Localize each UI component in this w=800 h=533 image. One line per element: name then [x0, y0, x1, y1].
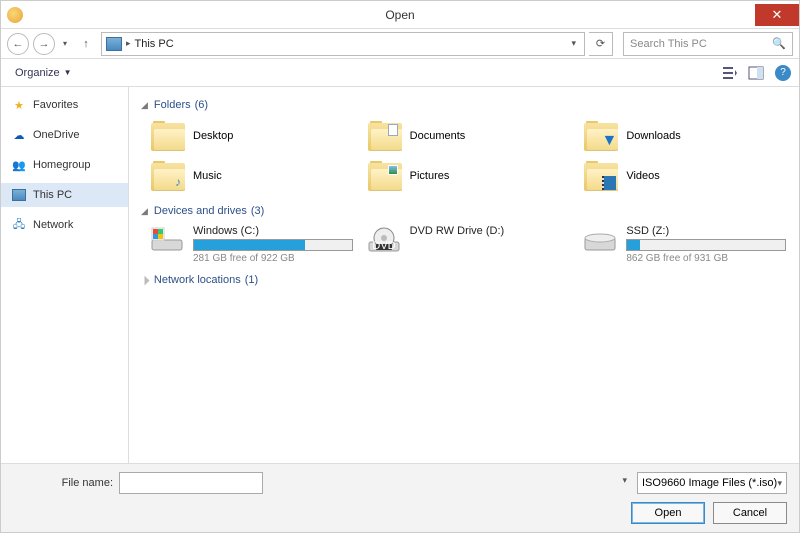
folder-videos[interactable]: Videos — [582, 159, 787, 193]
folder-icon: ♪ — [151, 161, 185, 191]
pc-icon — [11, 187, 27, 203]
star-icon: ★ — [11, 97, 27, 113]
forward-button[interactable]: → — [33, 33, 55, 55]
drive-free-text: 862 GB free of 931 GB — [626, 253, 787, 264]
group-header-folders[interactable]: ◢ Folders (6) — [141, 99, 787, 111]
folder-label: Videos — [626, 170, 659, 182]
recent-dropdown[interactable]: ▾ — [59, 33, 71, 55]
search-placeholder: Search This PC — [630, 38, 707, 50]
ssd-icon — [582, 225, 618, 255]
group-count: (6) — [195, 99, 208, 111]
svg-text:DVD: DVD — [372, 240, 395, 252]
drive-label: Windows (C:) — [193, 225, 354, 237]
filetype-select[interactable]: ISO9660 Image Files (*.iso) ▾ — [637, 472, 787, 494]
organize-menu[interactable]: Organize ▼ — [9, 65, 78, 81]
collapse-icon: ◢ — [141, 100, 148, 111]
button-label: Cancel — [733, 507, 767, 519]
group-count: (3) — [251, 205, 264, 217]
folder-icon — [584, 161, 618, 191]
sidebar-item-label: This PC — [33, 189, 72, 201]
folder-documents[interactable]: Documents — [366, 119, 571, 153]
sidebar-item-label: Homegroup — [33, 159, 90, 171]
button-label: Open — [655, 507, 682, 519]
search-input[interactable]: Search This PC 🔍 — [623, 32, 793, 56]
filename-input[interactable] — [119, 472, 263, 494]
dvd-icon: DVD — [366, 225, 402, 255]
folder-label: Desktop — [193, 130, 233, 142]
drive-ssd-z[interactable]: SSD (Z:) 862 GB free of 931 GB — [582, 225, 787, 264]
help-button[interactable]: ? — [775, 65, 791, 81]
address-dropdown-icon[interactable]: ▾ — [567, 38, 580, 49]
breadcrumb-location[interactable]: This PC — [135, 38, 174, 50]
group-label: Network locations — [154, 274, 241, 286]
folder-label: Music — [193, 170, 222, 182]
group-label: Devices and drives — [154, 205, 247, 217]
folder-icon — [368, 121, 402, 151]
open-button[interactable]: Open — [631, 502, 705, 524]
sidebar-item-label: Favorites — [33, 99, 78, 111]
up-button[interactable]: ↑ — [75, 33, 97, 55]
folder-icon — [368, 161, 402, 191]
sidebar-item-label: Network — [33, 219, 73, 231]
filetype-label: ISO9660 Image Files (*.iso) — [642, 477, 777, 489]
folder-icon — [151, 121, 185, 151]
sidebar-item-homegroup[interactable]: 👥 Homegroup — [1, 153, 128, 177]
folder-label: Documents — [410, 130, 466, 142]
folder-label: Downloads — [626, 130, 680, 142]
drive-windows-c[interactable]: Windows (C:) 281 GB free of 922 GB — [149, 225, 354, 264]
folder-downloads[interactable]: ▼ Downloads — [582, 119, 787, 153]
folder-label: Pictures — [410, 170, 450, 182]
group-header-drives[interactable]: ◢ Devices and drives (3) — [141, 205, 787, 217]
sidebar-item-favorites[interactable]: ★ Favorites — [1, 93, 128, 117]
group-header-network[interactable]: ◢ Network locations (1) — [141, 274, 787, 286]
network-icon: 🖧 — [11, 217, 27, 233]
folder-music[interactable]: ♪ Music — [149, 159, 354, 193]
collapse-icon: ◢ — [141, 206, 148, 217]
window-title: Open — [385, 8, 414, 22]
refresh-button[interactable]: ⟳ — [589, 32, 613, 56]
hdd-icon — [149, 225, 185, 255]
folder-desktop[interactable]: Desktop — [149, 119, 354, 153]
preview-pane-button[interactable] — [745, 62, 767, 84]
folder-icon: ▼ — [584, 121, 618, 151]
capacity-bar — [626, 239, 786, 251]
sidebar-item-onedrive[interactable]: ☁ OneDrive — [1, 123, 128, 147]
app-icon — [7, 7, 23, 23]
view-options-button[interactable] — [719, 62, 741, 84]
group-count: (1) — [245, 274, 258, 286]
group-label: Folders — [154, 99, 191, 111]
pc-icon — [106, 37, 122, 51]
sidebar: ★ Favorites ☁ OneDrive 👥 Homegroup This … — [1, 87, 129, 463]
address-bar[interactable]: ▸ This PC ▾ — [101, 32, 585, 56]
cloud-icon: ☁ — [11, 127, 27, 143]
homegroup-icon: 👥 — [11, 157, 27, 173]
content-pane: ◢ Folders (6) Desktop Documents ▼ Downlo… — [129, 87, 799, 463]
back-button[interactable]: ← — [7, 33, 29, 55]
organize-label: Organize — [15, 67, 60, 79]
drive-label: SSD (Z:) — [626, 225, 787, 237]
close-button[interactable]: ✕ — [755, 4, 799, 26]
sidebar-item-this-pc[interactable]: This PC — [1, 183, 128, 207]
chevron-down-icon: ▼ — [64, 68, 72, 77]
expand-icon: ◢ — [138, 274, 151, 287]
folder-pictures[interactable]: Pictures — [366, 159, 571, 193]
sidebar-item-network[interactable]: 🖧 Network — [1, 213, 128, 237]
chevron-down-icon[interactable]: ▾ — [622, 475, 627, 486]
capacity-bar — [193, 239, 353, 251]
breadcrumb-sep-icon: ▸ — [126, 38, 131, 49]
drive-label: DVD RW Drive (D:) — [410, 225, 571, 237]
sidebar-item-label: OneDrive — [33, 129, 79, 141]
drive-dvd-d[interactable]: DVD DVD RW Drive (D:) — [366, 225, 571, 264]
filename-label: File name: — [13, 477, 113, 489]
search-icon: 🔍 — [772, 37, 786, 50]
chevron-down-icon: ▾ — [777, 478, 782, 489]
cancel-button[interactable]: Cancel — [713, 502, 787, 524]
drive-free-text: 281 GB free of 922 GB — [193, 253, 354, 264]
